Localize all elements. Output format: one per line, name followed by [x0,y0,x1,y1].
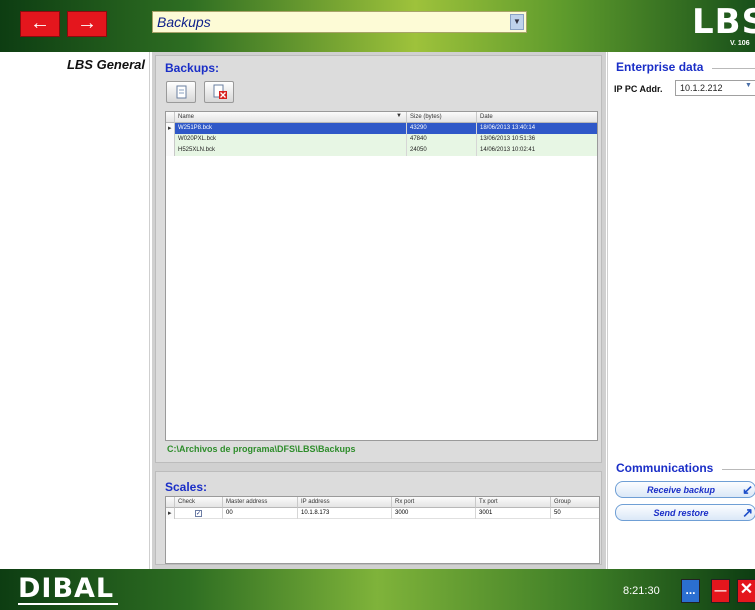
arrow-left-icon: ← [30,12,50,34]
sort-filter-icon[interactable]: ▼ [396,113,402,119]
column-header-tx-port[interactable]: Tx port [476,497,551,508]
arrow-up-right-icon: ↗ [742,505,753,520]
table-row[interactable]: W020PXL.bck 47840 13/06/2013 10:51:36 [166,134,597,145]
arrow-down-left-icon: ↙ [742,482,753,497]
scale-checkbox[interactable]: ✓ [195,510,202,517]
row-indicator [166,134,175,145]
communications-title: Communications [616,461,714,475]
lbs-logo: LBS [692,2,755,42]
cell-rx-port: 3000 [392,508,476,519]
ip-pc-address-select[interactable]: 10.1.2.212 ▼ [675,80,755,96]
main-area: Backups: Name ▼ Size (bytes) Date ▸ W251… [152,52,606,569]
cell-date: 13/06/2013 10:51:36 [477,134,597,145]
close-icon: ✕ [739,581,754,598]
cell-size: 24050 [407,145,477,156]
footer-bar: DIBAL 8:21:30 ... — ✕ [0,569,755,610]
cell-tx-port: 3001 [476,508,551,519]
current-row-icon: ▸ [166,508,175,519]
delete-document-icon [213,84,227,99]
column-header-name-label: Name [178,114,195,120]
section-dropdown-value: Backups [157,14,211,30]
column-header-ip-address[interactable]: IP address [298,497,392,508]
current-row-icon: ▸ [166,123,175,134]
cell-name: W251P8.bck [175,123,407,134]
left-panel: LBS General [0,52,150,569]
back-button[interactable]: ← [20,11,60,37]
receive-backup-button[interactable]: Receive backup ↙ [615,481,755,498]
ip-pc-address-value: 10.1.2.212 [680,83,723,93]
keyboard-icon: ... [685,583,696,597]
cell-name: W020PXL.bck [175,134,407,145]
row-indicator-header [166,497,175,508]
keyboard-button[interactable]: ... [681,579,700,603]
close-button[interactable]: ✕ [737,579,755,603]
scales-title: Scales: [165,480,208,494]
arrow-right-icon: → [77,12,97,34]
backups-path: C:\Archivos de programa\DFS\LBS\Backups [167,444,356,454]
table-row[interactable]: ▸ W251P8.bck 43290 18/06/2013 13:40:14 [166,123,597,134]
scales-table: Check Master address IP address Rx port … [165,496,600,564]
dibal-logo: DIBAL [18,573,115,604]
scales-panel: Scales: Check Master address IP address … [155,471,602,565]
column-header-name[interactable]: Name ▼ [175,112,407,123]
table-row[interactable]: H525XLN.bck 24050 14/06/2013 10:02:41 [166,145,597,156]
logo-underline [18,603,118,605]
column-header-rx-port[interactable]: Rx port [392,497,476,508]
cell-group: 50 [554,510,561,516]
cell-date: 14/06/2013 10:02:41 [477,145,597,156]
document-icon [176,85,187,99]
divider [722,469,755,470]
clock: 8:21:30 [623,585,660,597]
cell-size: 43290 [407,123,477,134]
row-indicator [166,145,175,156]
cell-check: ✓ [175,508,223,519]
row-indicator-header [166,112,175,123]
cell-ip-address: 10.1.8.173 [298,508,392,519]
cell-master-address: 00 [223,508,298,519]
column-header-size[interactable]: Size (bytes) [407,112,477,123]
column-header-date[interactable]: Date [477,112,597,123]
column-header-group[interactable]: Group [551,497,599,508]
backups-panel: Backups: Name ▼ Size (bytes) Date ▸ W251… [155,55,602,463]
table-row[interactable]: ▸ ✓ 00 10.1.8.173 3000 3001 50 [166,508,599,519]
divider [712,68,755,69]
send-restore-button[interactable]: Send restore ↗ [615,504,755,521]
top-bar: ← → Backups ▼ LBS V. 106 [0,0,755,52]
minimize-icon: — [714,583,727,597]
backups-table: Name ▼ Size (bytes) Date ▸ W251P8.bck 432… [165,111,598,441]
receive-backup-label: Receive backup [646,485,716,495]
forward-button[interactable]: → [67,11,107,37]
cell-date: 18/06/2013 13:40:14 [477,123,597,134]
ip-pc-address-label: IP PC Addr. [614,84,663,94]
cell-name: H525XLN.bck [175,145,407,156]
delete-backup-button[interactable] [204,81,234,103]
chevron-down-icon[interactable]: ▼ [745,82,755,94]
backups-title: Backups: [165,61,220,75]
left-panel-title: LBS General [66,57,145,72]
chevron-down-icon[interactable]: ▼ [510,14,524,30]
right-panel: Enterprise data IP PC Addr. 10.1.2.212 ▼… [607,52,755,569]
column-header-master-address[interactable]: Master address [223,497,298,508]
column-header-check[interactable]: Check [175,497,223,508]
version-label: V. 106 [730,40,750,47]
new-backup-button[interactable] [166,81,196,103]
minimize-button[interactable]: — [711,579,730,603]
enterprise-data-title: Enterprise data [616,60,704,74]
send-restore-label: Send restore [653,508,709,518]
cell-size: 47840 [407,134,477,145]
section-dropdown[interactable]: Backups ▼ [152,11,527,33]
